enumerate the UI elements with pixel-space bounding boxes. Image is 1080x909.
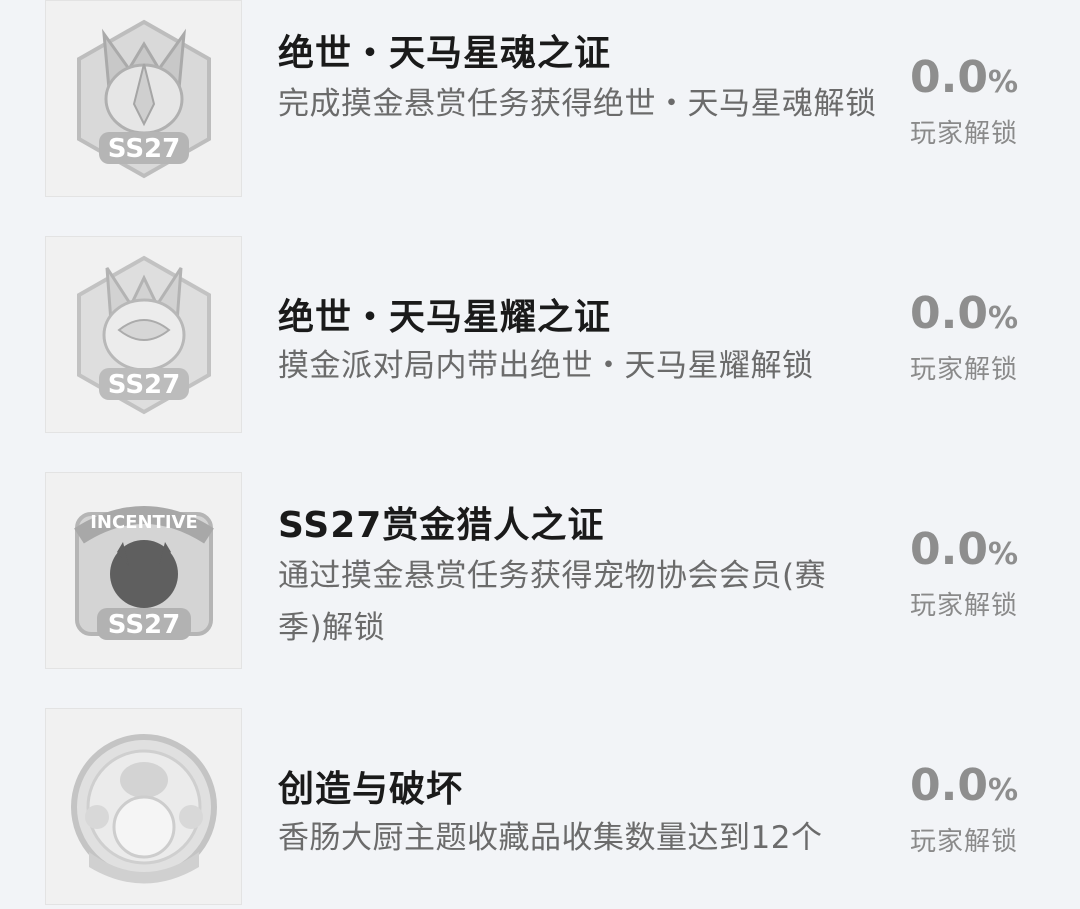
achievement-title: 绝世・天马星耀之证 [278, 297, 612, 338]
achievement-description: 通过摸金悬赏任务获得宠物协会会员(赛季)解锁 [278, 558, 827, 646]
achievement-description: 香肠大厨主题收藏品收集数量达到12个 [278, 820, 823, 856]
unlock-stat: 0.0% 玩家解锁 [900, 52, 1028, 150]
unlock-label: 玩家解锁 [909, 591, 1018, 621]
unlock-stat: 0.0% 玩家解锁 [900, 760, 1028, 858]
badge-image: SS27 [45, 236, 242, 433]
achievement-list: SS27 绝世・天马星魂之证 完成摸金悬赏任务获得绝世・天马星魂解锁 0.0% … [0, 0, 1080, 909]
svg-text:INCENTIVE: INCENTIVE [90, 512, 198, 533]
chef-creation-badge-icon [70, 733, 217, 883]
bounty-hunter-badge-icon: INCENTIVE SS27 [73, 505, 214, 640]
pegasus-soul-badge-icon: SS27 [76, 19, 211, 178]
unlock-label: 玩家解锁 [909, 355, 1018, 385]
achievement-row[interactable]: 创造与破坏 香肠大厨主题收藏品收集数量达到12个 0.0% 玩家解锁 [0, 708, 1080, 908]
badge-image: INCENTIVE SS27 [45, 472, 242, 669]
pegasus-glory-badge-icon: SS27 [76, 255, 211, 414]
svg-text:SS27: SS27 [107, 134, 179, 164]
achievement-title: SS27赏金猎人之证 [278, 505, 605, 546]
unlock-percent: 0.0% [909, 288, 1018, 339]
unlock-label: 玩家解锁 [909, 119, 1018, 149]
unlock-label: 玩家解锁 [909, 827, 1018, 857]
achievement-description: 完成摸金悬赏任务获得绝世・天马星魂解锁 [278, 86, 877, 122]
achievement-row[interactable]: SS27 绝世・天马星魂之证 完成摸金悬赏任务获得绝世・天马星魂解锁 0.0% … [0, 0, 1080, 200]
achievement-title: 创造与破坏 [278, 769, 464, 810]
badge-image: SS27 [45, 0, 242, 197]
unlock-stat: 0.0% 玩家解锁 [900, 524, 1028, 622]
achievement-title: 绝世・天马星魂之证 [278, 33, 612, 74]
unlock-percent: 0.0% [909, 52, 1018, 103]
achievement-description: 摸金派对局内带出绝世・天马星耀解锁 [278, 348, 814, 384]
badge-image [45, 708, 242, 905]
unlock-stat: 0.0% 玩家解锁 [900, 288, 1028, 386]
unlock-percent: 0.0% [909, 760, 1018, 811]
unlock-percent: 0.0% [909, 524, 1018, 575]
achievement-row[interactable]: INCENTIVE SS27 SS27赏金猎人之证 通过摸金悬赏任务获得宠物协会… [0, 472, 1080, 672]
svg-text:SS27: SS27 [107, 610, 179, 640]
svg-text:SS27: SS27 [107, 370, 179, 400]
achievement-row[interactable]: SS27 绝世・天马星耀之证 摸金派对局内带出绝世・天马星耀解锁 0.0% 玩家… [0, 236, 1080, 436]
